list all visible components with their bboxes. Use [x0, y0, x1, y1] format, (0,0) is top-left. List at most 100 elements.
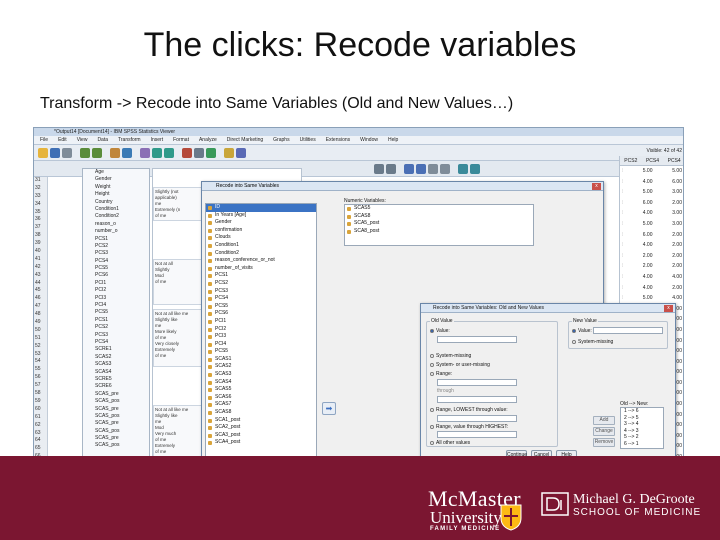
menu-item[interactable]: Help — [388, 137, 398, 143]
menu-item[interactable]: Direct Marketing — [227, 137, 263, 143]
undo-icon[interactable] — [80, 148, 90, 158]
menu-item[interactable]: Analyze — [199, 137, 217, 143]
range-from-input[interactable] — [437, 379, 517, 386]
numeric-variable-item[interactable]: SCAS8 — [345, 213, 533, 221]
data-cell[interactable]: 5.00 — [626, 166, 656, 177]
outline-item[interactable]: SCAS_pre — [83, 435, 149, 442]
source-variable-item[interactable]: confirmation — [206, 227, 316, 235]
source-variable-item[interactable]: reason_conference_or_not — [206, 257, 316, 265]
outline-item[interactable]: Height — [83, 191, 149, 198]
collapse-icon[interactable] — [440, 164, 450, 174]
source-variable-item[interactable]: SCAS7 — [206, 401, 316, 409]
outline-item[interactable]: PCS1 — [83, 317, 149, 324]
menu-item[interactable]: Window — [360, 137, 378, 143]
outline-item[interactable]: PCI2 — [83, 287, 149, 294]
outline-item[interactable]: PCI1 — [83, 280, 149, 287]
source-variable-item[interactable]: PCI3 — [206, 333, 316, 341]
outline-item[interactable]: SCRE1 — [83, 346, 149, 353]
data-cell[interactable]: 4.00 — [626, 283, 656, 294]
all-other-radio[interactable]: All other values — [430, 440, 470, 446]
column-header[interactable]: PCS2 — [620, 156, 642, 165]
outline-item[interactable]: PCS6 — [83, 272, 149, 279]
numeric-variable-item[interactable]: SCAS5 — [345, 205, 533, 213]
outline-item[interactable]: PCS4 — [83, 339, 149, 346]
source-variable-item[interactable]: SCAS6 — [206, 394, 316, 402]
source-variable-item[interactable]: SCAS1 — [206, 356, 316, 364]
menu-item[interactable]: Edit — [58, 137, 67, 143]
source-variable-item[interactable]: PCS5 — [206, 348, 316, 356]
source-variable-item[interactable]: PCI4 — [206, 341, 316, 349]
nav-back-icon[interactable] — [374, 164, 384, 174]
source-variable-item[interactable]: PCS4 — [206, 295, 316, 303]
source-variable-item[interactable]: SCA4_post — [206, 439, 316, 447]
data-cell[interactable]: 2.00 — [656, 283, 684, 294]
demote-icon[interactable] — [416, 164, 426, 174]
source-variable-item[interactable]: PCI2 — [206, 326, 316, 334]
outline-item[interactable]: Age — [83, 169, 149, 176]
outline-item[interactable]: SCAS_pre — [83, 391, 149, 398]
range-radio[interactable]: Range: — [430, 371, 452, 377]
data-cell[interactable]: 3.00 — [656, 187, 684, 198]
data-cell[interactable]: 6.00 — [626, 198, 656, 209]
outline-item[interactable]: SCRE6 — [83, 383, 149, 390]
menu-item[interactable]: Extensions — [326, 137, 350, 143]
add-button[interactable]: Add — [593, 416, 615, 425]
outline-item[interactable]: SCAS_pre — [83, 420, 149, 427]
select-icon[interactable] — [206, 148, 216, 158]
data-cell[interactable]: 3.00 — [656, 208, 684, 219]
save-icon[interactable] — [50, 148, 60, 158]
source-variable-item[interactable]: PCS6 — [206, 310, 316, 318]
goto-icon[interactable] — [110, 148, 120, 158]
range-highest-radio[interactable]: Range, value through HIGHEST: — [430, 424, 508, 430]
menu-item[interactable]: Utilities — [300, 137, 316, 143]
data-cell[interactable]: 2.00 — [656, 240, 684, 251]
close-icon[interactable]: x — [664, 305, 673, 312]
data-cell[interactable]: 2.00 — [656, 230, 684, 241]
system-user-missing-radio[interactable]: System- or user-missing — [430, 362, 490, 368]
source-variable-item[interactable]: Gender — [206, 219, 316, 227]
outline-item[interactable]: PCI3 — [83, 295, 149, 302]
source-variable-item[interactable]: SCAS2 — [206, 363, 316, 371]
data-cell[interactable]: 4.00 — [626, 240, 656, 251]
source-variable-item[interactable]: SCAS3 — [206, 371, 316, 379]
outline-item[interactable]: PCS2 — [83, 324, 149, 331]
data-cell[interactable]: 4.00 — [626, 272, 656, 283]
numeric-variable-item[interactable]: SCA5_post — [345, 220, 533, 228]
outline-item[interactable]: SCAS_pos — [83, 428, 149, 435]
source-variable-item[interactable]: SCAS4 — [206, 379, 316, 387]
source-variable-item[interactable]: PCI1 — [206, 318, 316, 326]
new-value-radio[interactable]: Value: — [572, 328, 592, 334]
data-cell[interactable]: 6.00 — [626, 230, 656, 241]
outline-item[interactable]: PCS1 — [83, 236, 149, 243]
source-variable-list[interactable]: ID In Years [Age] Gender confirmation Clouds… — [205, 203, 317, 473]
outline-item[interactable]: PCS3 — [83, 250, 149, 257]
source-variable-item[interactable]: ID — [206, 204, 316, 212]
numeric-variable-item[interactable]: SCA8_post — [345, 228, 533, 236]
outline-item[interactable]: SCAS4 — [83, 369, 149, 376]
print-icon[interactable] — [62, 148, 72, 158]
data-cell[interactable]: 5.00 — [656, 166, 684, 177]
menu-item[interactable]: Insert — [151, 137, 164, 143]
source-variable-item[interactable]: PCS2 — [206, 280, 316, 288]
source-variable-item[interactable]: SCAS5 — [206, 386, 316, 394]
outline-item[interactable]: PCS3 — [83, 332, 149, 339]
variables-icon[interactable] — [122, 148, 132, 158]
data-cell[interactable]: 2.00 — [656, 261, 684, 272]
outline-item[interactable]: SCAS2 — [83, 354, 149, 361]
outline-item[interactable]: SCRE5 — [83, 376, 149, 383]
mapping-item[interactable]: 6 --> 1 — [621, 441, 663, 448]
outline-item[interactable]: Weight — [83, 184, 149, 191]
data-cell[interactable]: 6.00 — [656, 177, 684, 188]
outline-item[interactable]: Condition1 — [83, 206, 149, 213]
data-cell[interactable]: 3.00 — [656, 219, 684, 230]
old-value-radio[interactable]: Value: — [430, 328, 450, 334]
new-system-missing-radio[interactable]: System-missing — [572, 339, 613, 345]
redo-icon[interactable] — [92, 148, 102, 158]
expand-icon[interactable] — [428, 164, 438, 174]
system-missing-radio[interactable]: System-missing — [430, 353, 471, 359]
source-variable-item[interactable]: SCA1_post — [206, 417, 316, 425]
source-variable-item[interactable]: Condition1 — [206, 242, 316, 250]
labels-icon[interactable] — [224, 148, 234, 158]
nav-forward-icon[interactable] — [386, 164, 396, 174]
insert-case-icon[interactable] — [152, 148, 162, 158]
